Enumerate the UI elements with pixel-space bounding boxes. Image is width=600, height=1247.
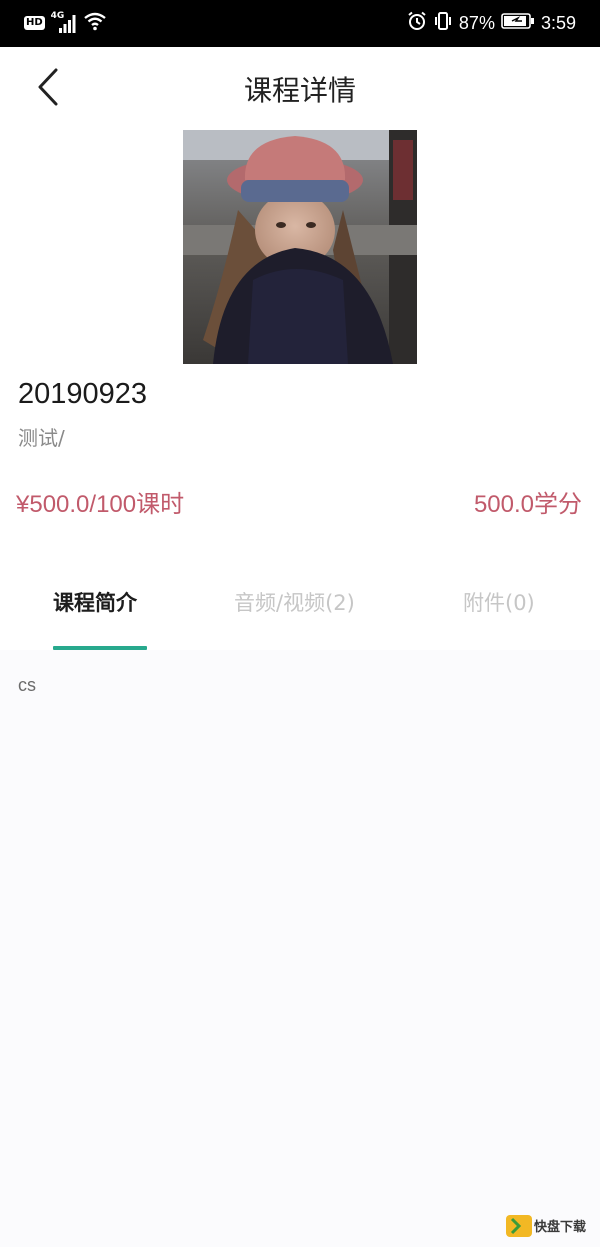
tab-course-intro[interactable]: 课程简介 xyxy=(53,586,137,620)
svg-text:快盘下载: 快盘下载 xyxy=(534,1219,586,1235)
battery-icon xyxy=(501,12,535,35)
course-intro-text: cs xyxy=(18,675,36,695)
course-code: 20190923 xyxy=(18,378,148,410)
clock-time: 3:59 xyxy=(540,12,576,33)
tab-bar: 课程简介 音频/视频(2) 附件(0) xyxy=(0,560,600,650)
cellular-signal-icon: 4G xyxy=(51,12,77,34)
page-header: 课程详情 xyxy=(0,47,600,133)
status-bar-right: 87% 3:59 xyxy=(407,10,576,36)
alarm-icon xyxy=(407,11,427,36)
vibrate-icon xyxy=(433,11,453,36)
watermark-logo: 快盘下载 xyxy=(506,1209,592,1243)
tab-content-area: cs 快盘下载 xyxy=(0,650,600,1247)
hd-badge: HD xyxy=(24,16,45,30)
course-price: ¥500.0/100课时 xyxy=(16,491,185,518)
course-category: 测试/ xyxy=(18,426,65,450)
page-title: 课程详情 xyxy=(243,74,356,107)
course-credit: 500.0学分 xyxy=(473,491,582,518)
tab-audio-video[interactable]: 音频/视频(2) xyxy=(234,586,355,620)
battery-percent: 87% xyxy=(458,12,495,33)
tab-attachments[interactable]: 附件(0) xyxy=(463,586,535,620)
status-bar: HD 4G 87% 3:59 xyxy=(0,0,600,47)
status-bar-left: HD 4G xyxy=(24,10,107,36)
wifi-icon xyxy=(83,11,107,35)
course-cover-image xyxy=(183,130,417,364)
